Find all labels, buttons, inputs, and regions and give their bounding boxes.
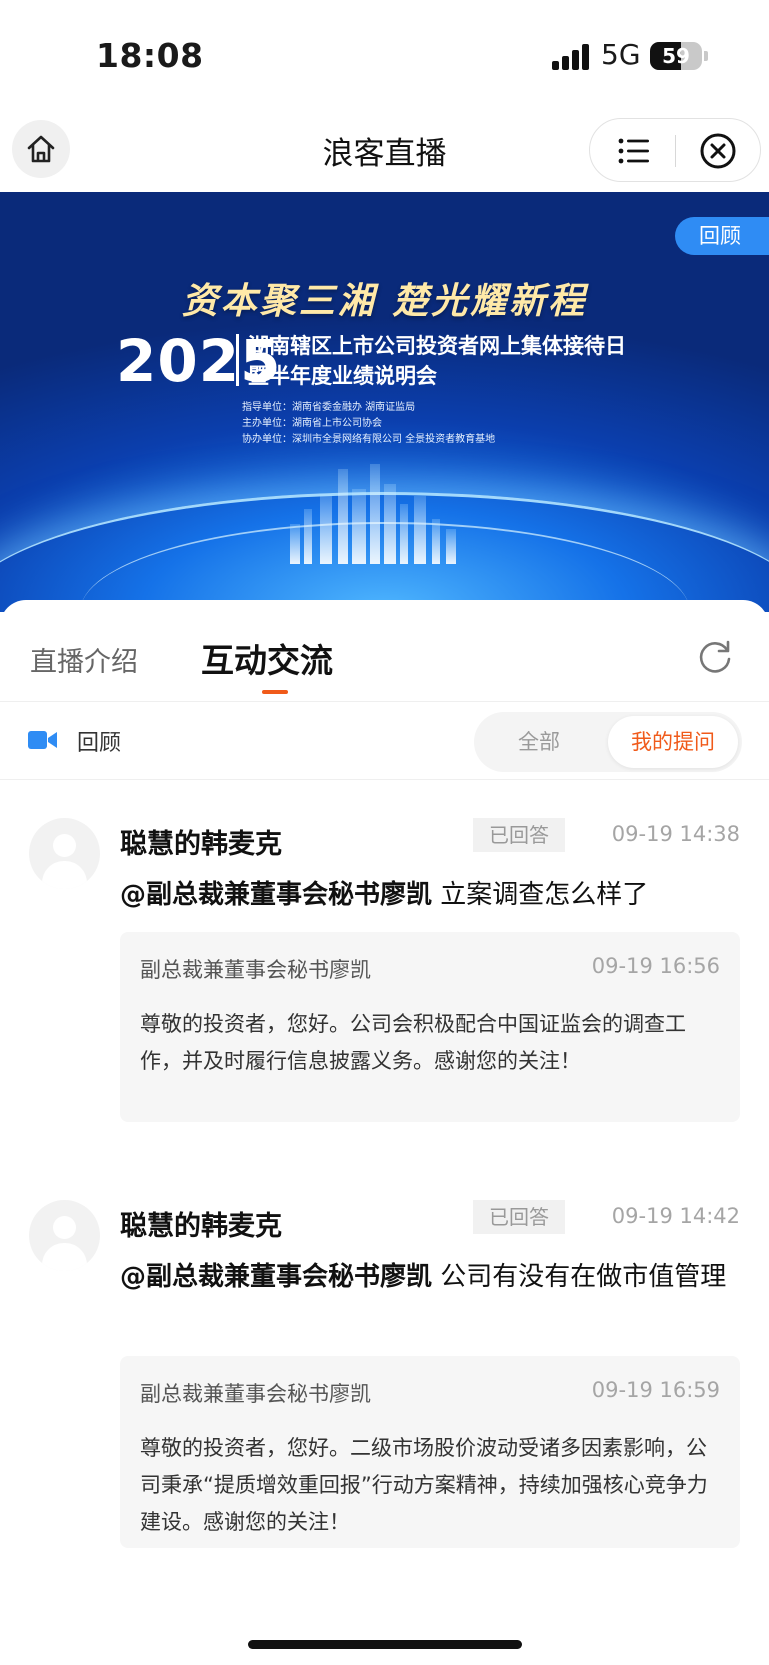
banner-title-line2: 暨半年度业绩说明会	[248, 364, 437, 388]
menu-icon[interactable]	[616, 133, 652, 169]
question-user: 聪慧的韩麦克	[120, 1211, 282, 1242]
content-sheet: 直播介绍 互动交流 回顾 全部 我的提问 聪慧的韩麦克 已回答 09-19 14…	[0, 600, 769, 1665]
network-type: 5G	[601, 38, 641, 71]
video-icon	[28, 731, 57, 749]
banner-guide: 指导单位：湖南省委金融办 湖南证监局	[242, 402, 416, 413]
battery-icon: 59	[650, 42, 702, 70]
close-icon[interactable]	[698, 131, 738, 171]
question-user: 聪慧的韩麦克	[120, 829, 282, 860]
banner-divider	[236, 334, 239, 386]
capsule-divider	[675, 135, 676, 167]
answer-time: 09-19 16:56	[591, 954, 720, 978]
answer-text: 尊敬的投资者，您好。公司会积极配合中国证监会的调查工作，并及时履行信息披露义务。…	[140, 1012, 686, 1073]
battery-cap	[704, 51, 708, 61]
nav-bar: 浪客直播	[0, 110, 769, 192]
filter-my-questions[interactable]: 我的提问	[608, 716, 738, 768]
banner-host: 主办单位：湖南省上市公司协会	[242, 418, 382, 429]
tab-live-intro[interactable]: 直播介绍	[30, 640, 138, 679]
question-text: @副总裁兼董事会秘书廖凯 公司有没有在做市值管理	[120, 1256, 740, 1298]
question-time: 09-19 14:42	[611, 1204, 740, 1228]
question-mention: @副总裁兼董事会秘书廖凯	[120, 880, 433, 910]
question-body: 立案调查怎么样了	[432, 880, 649, 910]
filter-all[interactable]: 全部	[474, 712, 604, 772]
tab-interaction[interactable]: 互动交流	[201, 634, 333, 682]
status-badge: 已回答	[473, 1200, 565, 1234]
banner-cohost: 协办单位：深圳市全景网络有限公司 全景投资者教育基地	[242, 434, 496, 445]
answer-name: 副总裁兼董事会秘书廖凯	[140, 958, 371, 982]
banner-slogan: 资本聚三湘 楚光耀新程	[181, 280, 588, 322]
question-mention: @副总裁兼董事会秘书廖凯	[120, 1262, 433, 1292]
answer-text: 尊敬的投资者，您好。二级市场股价波动受诸多因素影响，公司秉承“提质增效重回报”行…	[140, 1436, 708, 1534]
live-banner[interactable]: 资本聚三湘 楚光耀新程 2025 湖南辖区上市公司投资者网上集体接待日 暨半年度…	[0, 192, 769, 612]
question-body: 公司有没有在做市值管理	[432, 1262, 727, 1292]
replay-label[interactable]: 回顾	[77, 725, 121, 757]
home-indicator[interactable]	[248, 1640, 522, 1649]
banner-title-line1: 湖南辖区上市公司投资者网上集体接待日	[248, 334, 626, 358]
avatar	[29, 1200, 100, 1271]
avatar	[29, 818, 100, 889]
question-filter-segmented: 全部 我的提问	[474, 712, 742, 772]
city-skyline-graphic	[290, 454, 470, 564]
question-time: 09-19 14:38	[611, 822, 740, 846]
active-tab-indicator	[262, 690, 288, 694]
status-badge: 已回答	[473, 818, 565, 852]
replay-tag[interactable]: 回顾	[675, 217, 769, 255]
answer-time: 09-19 16:59	[591, 1378, 720, 1402]
mini-program-capsule	[589, 118, 761, 182]
answer-box: 副总裁兼董事会秘书廖凯 09-19 16:56 尊敬的投资者，您好。公司会积极配…	[120, 932, 740, 1122]
answer-name: 副总裁兼董事会秘书廖凯	[140, 1382, 371, 1406]
status-bar: 18:08 5G 59	[0, 0, 769, 110]
tab-bar: 直播介绍 互动交流	[0, 600, 769, 702]
question-text: @副总裁兼董事会秘书廖凯 立案调查怎么样了	[120, 874, 740, 916]
status-time: 18:08	[96, 36, 204, 75]
filter-row: 回顾 全部 我的提问	[0, 702, 769, 780]
refresh-icon[interactable]	[696, 638, 734, 676]
signal-icon	[552, 44, 592, 70]
battery-level: 59	[662, 44, 690, 68]
answer-box: 副总裁兼董事会秘书廖凯 09-19 16:59 尊敬的投资者，您好。二级市场股价…	[120, 1356, 740, 1548]
